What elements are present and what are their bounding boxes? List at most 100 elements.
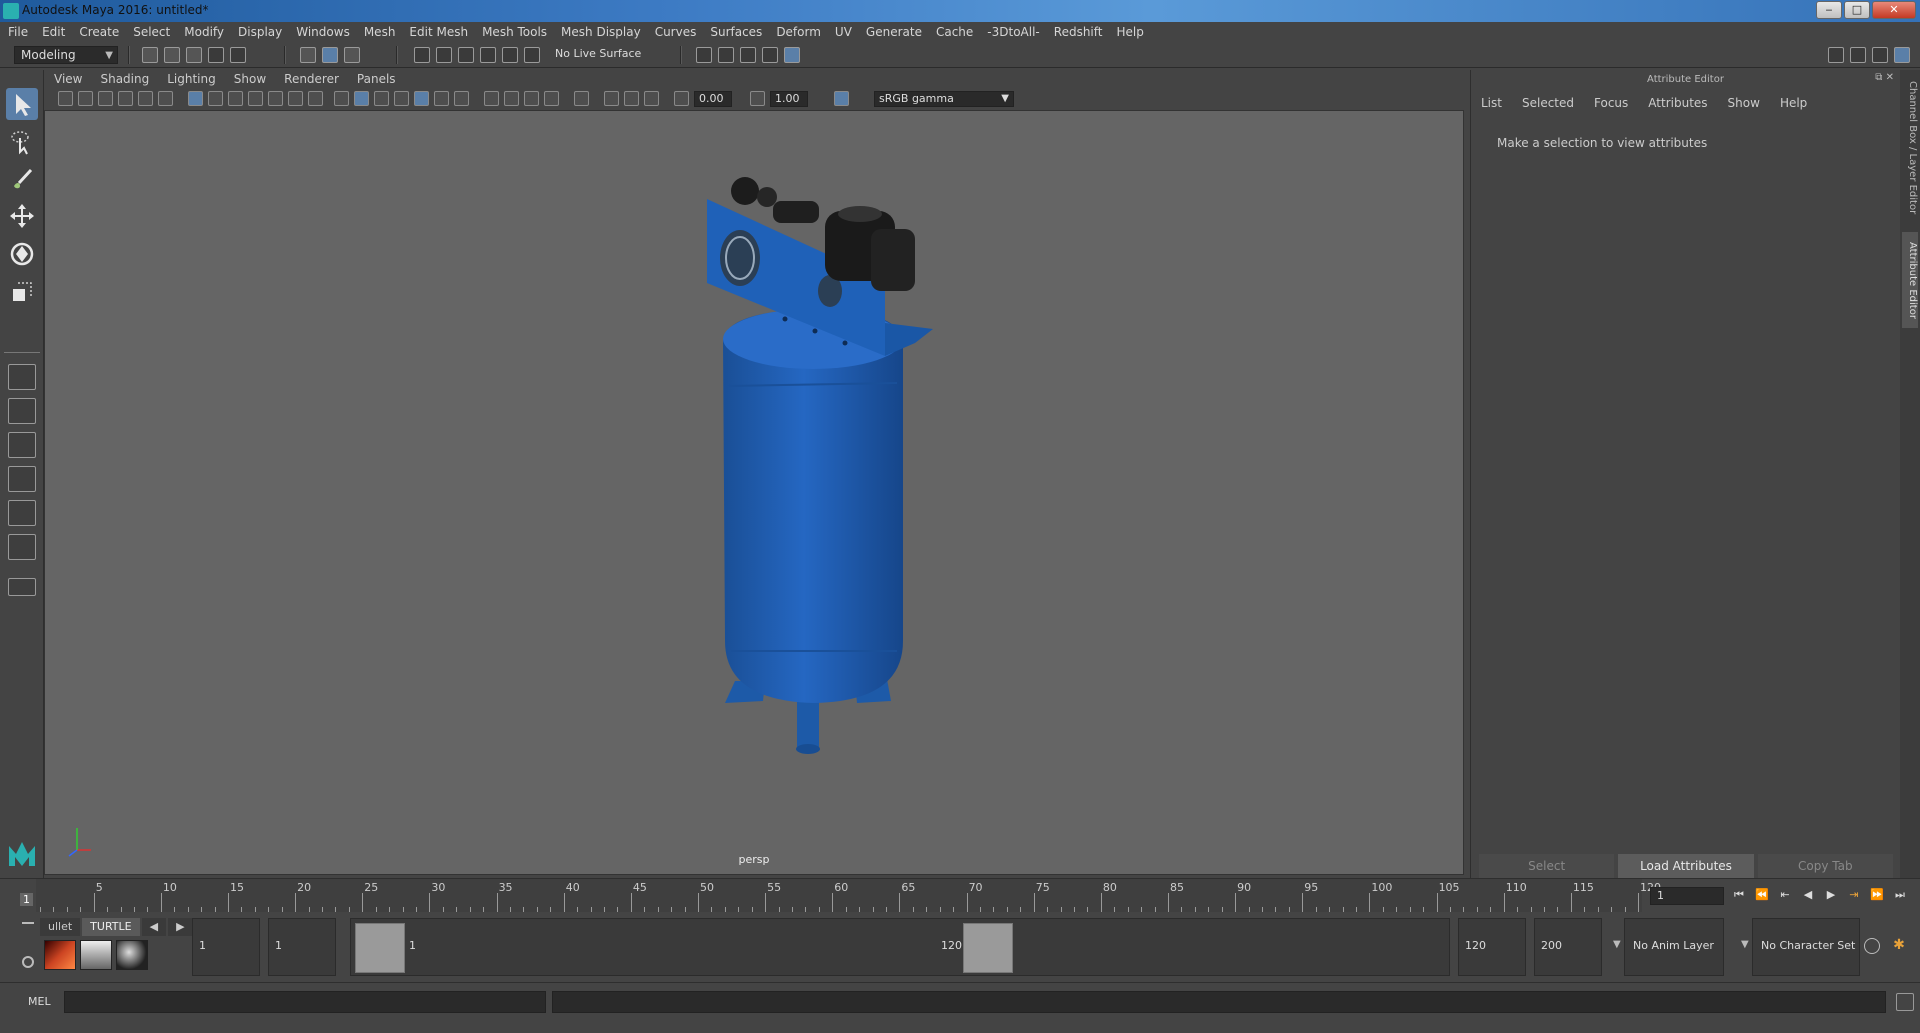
move-tool[interactable]: [6, 200, 38, 232]
maximize-button[interactable]: □: [1844, 1, 1870, 19]
current-frame-marker[interactable]: 1: [20, 893, 33, 906]
menu-display[interactable]: Display: [238, 25, 282, 39]
field-chart-icon[interactable]: [268, 91, 283, 106]
select-hierarchy-icon[interactable]: [300, 47, 316, 63]
paint-select-tool[interactable]: [6, 162, 38, 194]
safe-action-icon[interactable]: [288, 91, 303, 106]
anim-layer-dropdown[interactable]: ▼ No Anim Layer: [1613, 918, 1724, 976]
shelf-tab-turtle[interactable]: TURTLE: [82, 918, 140, 936]
ae-menu-show[interactable]: Show: [1728, 96, 1760, 110]
shelf-settings-icon[interactable]: [22, 956, 34, 968]
motion-blur-icon[interactable]: [524, 91, 539, 106]
menu-surfaces[interactable]: Surfaces: [710, 25, 762, 39]
menu-windows[interactable]: Windows: [296, 25, 350, 39]
turtle-surface-icon[interactable]: [116, 940, 148, 970]
menu-edit[interactable]: Edit: [42, 25, 65, 39]
image-plane-icon[interactable]: [118, 91, 133, 106]
tab-attribute-editor[interactable]: Attribute Editor: [1902, 232, 1918, 328]
smooth-shade-icon[interactable]: [354, 91, 369, 106]
play-forwards-icon[interactable]: ▶: [1824, 888, 1838, 902]
select-tool[interactable]: [6, 88, 38, 120]
menu-select[interactable]: Select: [133, 25, 170, 39]
single-perspective-layout-button[interactable]: [8, 364, 36, 390]
panel-menu-lighting[interactable]: Lighting: [167, 72, 216, 86]
wireframe-icon[interactable]: [334, 91, 349, 106]
menu-create[interactable]: Create: [79, 25, 119, 39]
shelf-scroll-left-icon[interactable]: ◀: [141, 918, 167, 936]
camera-attributes-icon[interactable]: [78, 91, 93, 106]
gate-mask-icon[interactable]: [248, 91, 263, 106]
ae-menu-attributes[interactable]: Attributes: [1648, 96, 1707, 110]
exposure-icon[interactable]: [674, 91, 689, 106]
isolate-select-icon[interactable]: [574, 91, 589, 106]
panel-menu-panels[interactable]: Panels: [357, 72, 396, 86]
shelf-tab-bullet[interactable]: ullet: [40, 918, 81, 936]
playback-start-field[interactable]: 1: [268, 918, 336, 976]
render-frame-icon[interactable]: [718, 47, 734, 63]
lasso-tool[interactable]: [6, 126, 38, 158]
mel-command-input[interactable]: [64, 991, 546, 1013]
2d-pan-zoom-icon[interactable]: [138, 91, 153, 106]
panel-menu-renderer[interactable]: Renderer: [284, 72, 339, 86]
menu-help[interactable]: Help: [1116, 25, 1143, 39]
camera-select-icon[interactable]: [58, 91, 73, 106]
snap-point-icon[interactable]: [458, 47, 474, 63]
shelf-menu-icon[interactable]: [22, 922, 34, 924]
go-to-end-icon[interactable]: ⏭: [1893, 888, 1907, 902]
step-back-key-icon[interactable]: ⏪: [1755, 888, 1769, 902]
range-slider[interactable]: 1 120: [350, 918, 1450, 976]
select-object-icon[interactable]: [322, 47, 338, 63]
ae-menu-selected[interactable]: Selected: [1522, 96, 1574, 110]
panel-menu-show[interactable]: Show: [234, 72, 266, 86]
panel-menu-shading[interactable]: Shading: [100, 72, 149, 86]
shelf-scroll-right-icon[interactable]: ▶: [168, 918, 193, 936]
menu-redshift[interactable]: Redshift: [1054, 25, 1103, 39]
render-view-icon[interactable]: [762, 47, 778, 63]
ae-load-attributes-button[interactable]: Load Attributes: [1618, 854, 1754, 878]
ae-menu-list[interactable]: List: [1481, 96, 1502, 110]
panel-float-close-icon[interactable]: ⧉ ✕: [1875, 72, 1894, 83]
exposure-field[interactable]: 0.00: [694, 91, 732, 107]
ae-select-button[interactable]: Select: [1479, 854, 1615, 878]
menu-mesh-tools[interactable]: Mesh Tools: [482, 25, 547, 39]
grid-icon[interactable]: [188, 91, 203, 106]
menu-cache[interactable]: Cache: [936, 25, 973, 39]
save-scene-icon[interactable]: [186, 47, 202, 63]
resolution-gate-icon[interactable]: [228, 91, 243, 106]
step-forward-key-icon[interactable]: ⇥: [1847, 888, 1861, 902]
script-language-toggle[interactable]: MEL: [28, 995, 51, 1008]
xray-components-icon[interactable]: [624, 91, 639, 106]
animation-end-field[interactable]: 200: [1534, 918, 1602, 976]
menu-mesh-display[interactable]: Mesh Display: [561, 25, 641, 39]
animation-preferences-icon[interactable]: ✱: [1890, 936, 1908, 954]
panel-menu-view[interactable]: View: [54, 72, 82, 86]
default-material-icon[interactable]: [374, 91, 389, 106]
four-view-layout-button[interactable]: [8, 398, 36, 424]
go-to-start-icon[interactable]: ⏮: [1732, 888, 1746, 902]
playback-end-field[interactable]: 120: [1458, 918, 1526, 976]
bookmark-icon[interactable]: [98, 91, 113, 106]
view-transform-dropdown[interactable]: sRGB gamma ▼: [874, 91, 1014, 107]
hypershade-icon[interactable]: [784, 47, 800, 63]
hypershade-layout-button[interactable]: [8, 534, 36, 560]
menu-edit-mesh[interactable]: Edit Mesh: [409, 25, 468, 39]
ae-menu-help[interactable]: Help: [1780, 96, 1807, 110]
render-settings-icon[interactable]: [696, 47, 712, 63]
select-component-icon[interactable]: [344, 47, 360, 63]
menu-deform[interactable]: Deform: [776, 25, 821, 39]
tool-settings-icon[interactable]: [1872, 47, 1888, 63]
safe-title-icon[interactable]: [308, 91, 323, 106]
xray-icon[interactable]: [414, 91, 429, 106]
ae-copy-tab-button[interactable]: Copy Tab: [1757, 854, 1893, 878]
grease-pencil-icon[interactable]: [158, 91, 173, 106]
snap-grid-icon[interactable]: [414, 47, 430, 63]
minimize-button[interactable]: ‒: [1816, 1, 1842, 19]
play-backwards-icon[interactable]: ◀: [1801, 888, 1815, 902]
shadows-icon[interactable]: [484, 91, 499, 106]
rotate-tool[interactable]: [6, 238, 38, 270]
persp-outliner-layout-button[interactable]: [8, 432, 36, 458]
redo-icon[interactable]: [230, 47, 246, 63]
time-ruler[interactable]: 5 10 15 20 25 30 35 40 45 50 55 60 65 70 75 80 85 90 95 100…: [36, 879, 1661, 913]
snap-surface-icon[interactable]: [502, 47, 518, 63]
anti-aliasing-icon[interactable]: [544, 91, 559, 106]
